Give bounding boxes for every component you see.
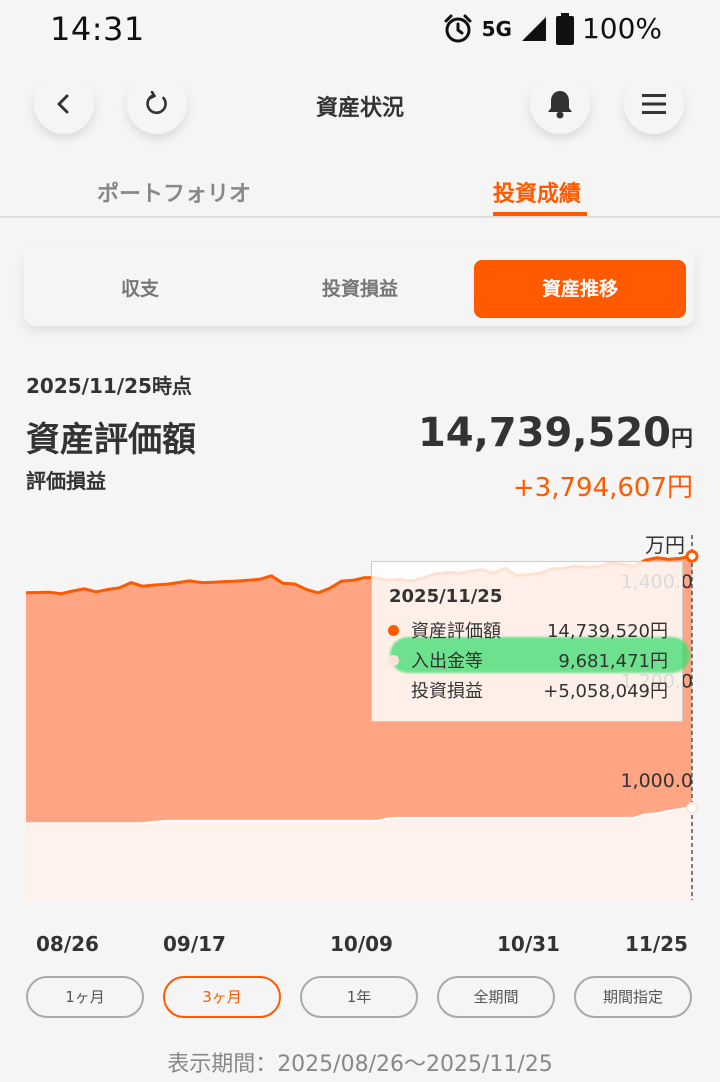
tooltip-row: 資産評価額 14,739,520円 xyxy=(388,617,668,643)
range-1month-button[interactable]: 1ヶ月 xyxy=(26,976,144,1018)
cursor-point-assets xyxy=(685,549,699,563)
asset-value: 14,739,520円 xyxy=(418,410,693,456)
menu-button[interactable] xyxy=(624,74,684,134)
x-tick-label: 08/26 xyxy=(36,932,99,956)
cursor-point-deposits xyxy=(686,801,698,814)
tooltip-row: 投資損益 +5,058,049円 xyxy=(388,677,668,703)
y-unit-label: 万円 xyxy=(645,533,685,557)
segmented-control: 収支 投資損益 資産推移 xyxy=(24,250,694,326)
status-time: 14:31 xyxy=(50,10,145,48)
asset-value-unit: 円 xyxy=(670,427,693,452)
range-custom-button[interactable]: 期間指定 xyxy=(574,976,692,1018)
status-icons: 5G 100% xyxy=(442,12,662,45)
range-all-button[interactable]: 全期間 xyxy=(437,976,555,1018)
series-dot-icon xyxy=(388,685,399,696)
battery-level: 100% xyxy=(581,12,662,45)
tooltip-series-value: +5,058,049円 xyxy=(543,681,668,702)
x-tick-label: 09/17 xyxy=(163,932,226,956)
menu-icon xyxy=(642,94,666,114)
tooltip-series-name: 資産評価額 xyxy=(411,621,501,642)
x-tick-label: 10/31 xyxy=(497,932,560,956)
tab-performance[interactable]: 投資成績 xyxy=(493,176,581,208)
bell-icon xyxy=(548,91,572,119)
segment-income[interactable]: 収支 xyxy=(34,260,246,318)
pl-value: +3,794,607円 xyxy=(512,473,693,503)
asset-value-number: 14,739,520 xyxy=(417,410,671,456)
series-dot-icon xyxy=(388,654,399,666)
segment-investment-pl[interactable]: 投資損益 xyxy=(254,260,466,318)
range-3month-button[interactable]: 3ヶ月 xyxy=(163,976,281,1018)
network-type: 5G xyxy=(481,16,512,41)
tooltip-series-name: 入出金等 xyxy=(411,651,483,672)
alarm-icon xyxy=(444,14,472,42)
tooltip-series-value: 14,739,520円 xyxy=(546,621,668,642)
y-tick-label: 1,000.0 xyxy=(620,770,693,792)
tooltip-row: 入出金等 9,681,471円 xyxy=(388,647,668,673)
tooltip-series-name: 投資損益 xyxy=(411,681,483,702)
signal-icon xyxy=(521,16,546,41)
tab-divider xyxy=(0,216,720,218)
page-title: 資産状況 xyxy=(315,96,404,121)
x-tick-label: 11/25 xyxy=(625,932,688,956)
as-of-date: 2025/11/25時点 xyxy=(26,374,192,398)
segment-asset-trend[interactable]: 資産推移 xyxy=(474,260,686,318)
x-tick-label: 10/09 xyxy=(330,932,393,956)
tab-portfolio[interactable]: ポートフォリオ xyxy=(97,176,251,208)
pl-label: 評価損益 xyxy=(26,469,106,493)
series-dot-icon xyxy=(388,624,399,636)
active-tab-indicator xyxy=(493,212,587,216)
tooltip-series-value: 9,681,471円 xyxy=(558,651,668,672)
notifications-button[interactable] xyxy=(530,74,590,134)
tooltip-date: 2025/11/25 xyxy=(389,586,503,607)
battery-icon xyxy=(555,12,574,45)
asset-value-label: 資産評価額 xyxy=(26,420,196,460)
range-1year-button[interactable]: 1年 xyxy=(300,976,418,1018)
display-period: 表示期間：2025/08/26〜2025/11/25 xyxy=(167,1052,553,1077)
